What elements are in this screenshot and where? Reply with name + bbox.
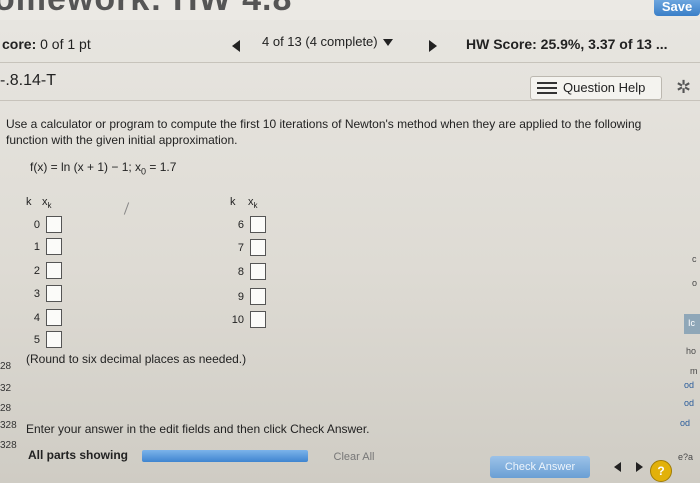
instructions: Use a calculator or program to compute t…	[6, 117, 642, 147]
x5-input[interactable]	[46, 331, 62, 348]
question-help-label: Question Help	[563, 80, 646, 95]
x7-input[interactable]	[250, 239, 266, 256]
x8-input[interactable]	[250, 263, 266, 280]
k-value: 8	[237, 266, 244, 278]
x1-input[interactable]	[46, 238, 62, 255]
clear-all-button[interactable]: Clear All	[314, 451, 394, 463]
background-fragment: 28	[0, 361, 12, 372]
mymathlab-window: omework: HW 4.8 Save core: 0 of 1 pt 4 o…	[0, 0, 700, 483]
title-strip: omework: HW 4.8 Save	[0, 0, 700, 20]
score-bar: core: 0 of 1 pt 4 of 13 (4 complete) HW …	[0, 26, 700, 63]
background-fragment: c	[692, 254, 697, 264]
question-select-value: 4 of 13 (4 complete)	[262, 34, 378, 49]
function-main: f(x) = ln (x + 1) − 1; x	[30, 160, 142, 174]
x6-input[interactable]	[250, 216, 266, 233]
previous-arrow-icon[interactable]	[614, 462, 621, 472]
save-button[interactable]: Save	[654, 0, 700, 16]
k-value: 6	[237, 219, 244, 231]
background-fragment: od	[684, 398, 695, 408]
left-x-header: xk	[42, 196, 52, 211]
k-value: 9	[237, 291, 244, 303]
x4-input[interactable]	[46, 309, 62, 326]
background-fragment: 328	[0, 440, 17, 451]
background-fragment: Ic	[688, 318, 696, 328]
background-fragment: 28	[0, 403, 12, 414]
k-value: 10	[231, 314, 244, 326]
left-k-header: k	[26, 196, 32, 208]
previous-question-icon[interactable]	[232, 40, 240, 52]
hw-score: HW Score: 25.9%, 3.37 of 13 ...	[466, 36, 668, 52]
assignment-title: omework: HW 4.8	[0, 0, 292, 19]
k-value: 0	[33, 219, 40, 231]
enter-answer-note: Enter your answer in the edit fields and…	[26, 422, 370, 436]
list-icon	[537, 82, 557, 94]
x2-input[interactable]	[46, 262, 62, 279]
right-k-header: k	[230, 196, 236, 208]
gear-icon[interactable]: ✲	[676, 77, 691, 98]
x9-input[interactable]	[250, 288, 266, 305]
background-fragment: ho	[686, 346, 697, 356]
problem-row: -.8.14-T Question Help ✲	[0, 66, 700, 101]
right-x-header: xk	[248, 196, 258, 211]
score-label: core:	[2, 36, 37, 52]
next-arrow-icon[interactable]	[636, 462, 643, 472]
question-select[interactable]: 4 of 13 (4 complete)	[262, 34, 393, 49]
k-value: 2	[33, 265, 40, 277]
progress-fill	[142, 450, 308, 462]
parts-showing-label: All parts showing	[28, 448, 129, 462]
k-value: 5	[33, 334, 40, 346]
help-icon[interactable]: ?	[650, 460, 672, 482]
check-answer-button[interactable]: Check Answer	[490, 456, 590, 478]
question-score: core: 0 of 1 pt	[2, 36, 91, 52]
rounding-note: (Round to six decimal places as needed.)	[26, 352, 247, 366]
background-fragment: o	[692, 278, 698, 288]
problem-id: -.8.14-T	[0, 72, 57, 89]
function-initial: = 1.7	[146, 160, 177, 174]
background-fragment: e?a	[678, 452, 694, 462]
background-fragment: 32	[0, 383, 12, 394]
function-statement: f(x) = ln (x + 1) − 1; x0 = 1.7	[30, 160, 176, 176]
background-fragment: 328	[0, 420, 17, 431]
background-fragment: m	[690, 366, 698, 376]
x10-input[interactable]	[250, 311, 266, 328]
background-fragment: od	[684, 380, 695, 390]
parts-progress-bar	[142, 450, 308, 462]
k-value: 1	[33, 241, 40, 253]
question-help-button[interactable]: Question Help	[530, 76, 662, 100]
k-value: 4	[33, 312, 40, 324]
k-value: 3	[33, 288, 40, 300]
background-fragment: od	[680, 418, 691, 428]
score-value: 0 of 1 pt	[40, 36, 91, 52]
x3-input[interactable]	[46, 285, 62, 302]
next-question-icon[interactable]	[429, 40, 437, 52]
x0-input[interactable]	[46, 216, 62, 233]
caret-down-icon	[382, 39, 393, 47]
stray-mark	[123, 202, 130, 215]
k-value: 7	[237, 242, 244, 254]
